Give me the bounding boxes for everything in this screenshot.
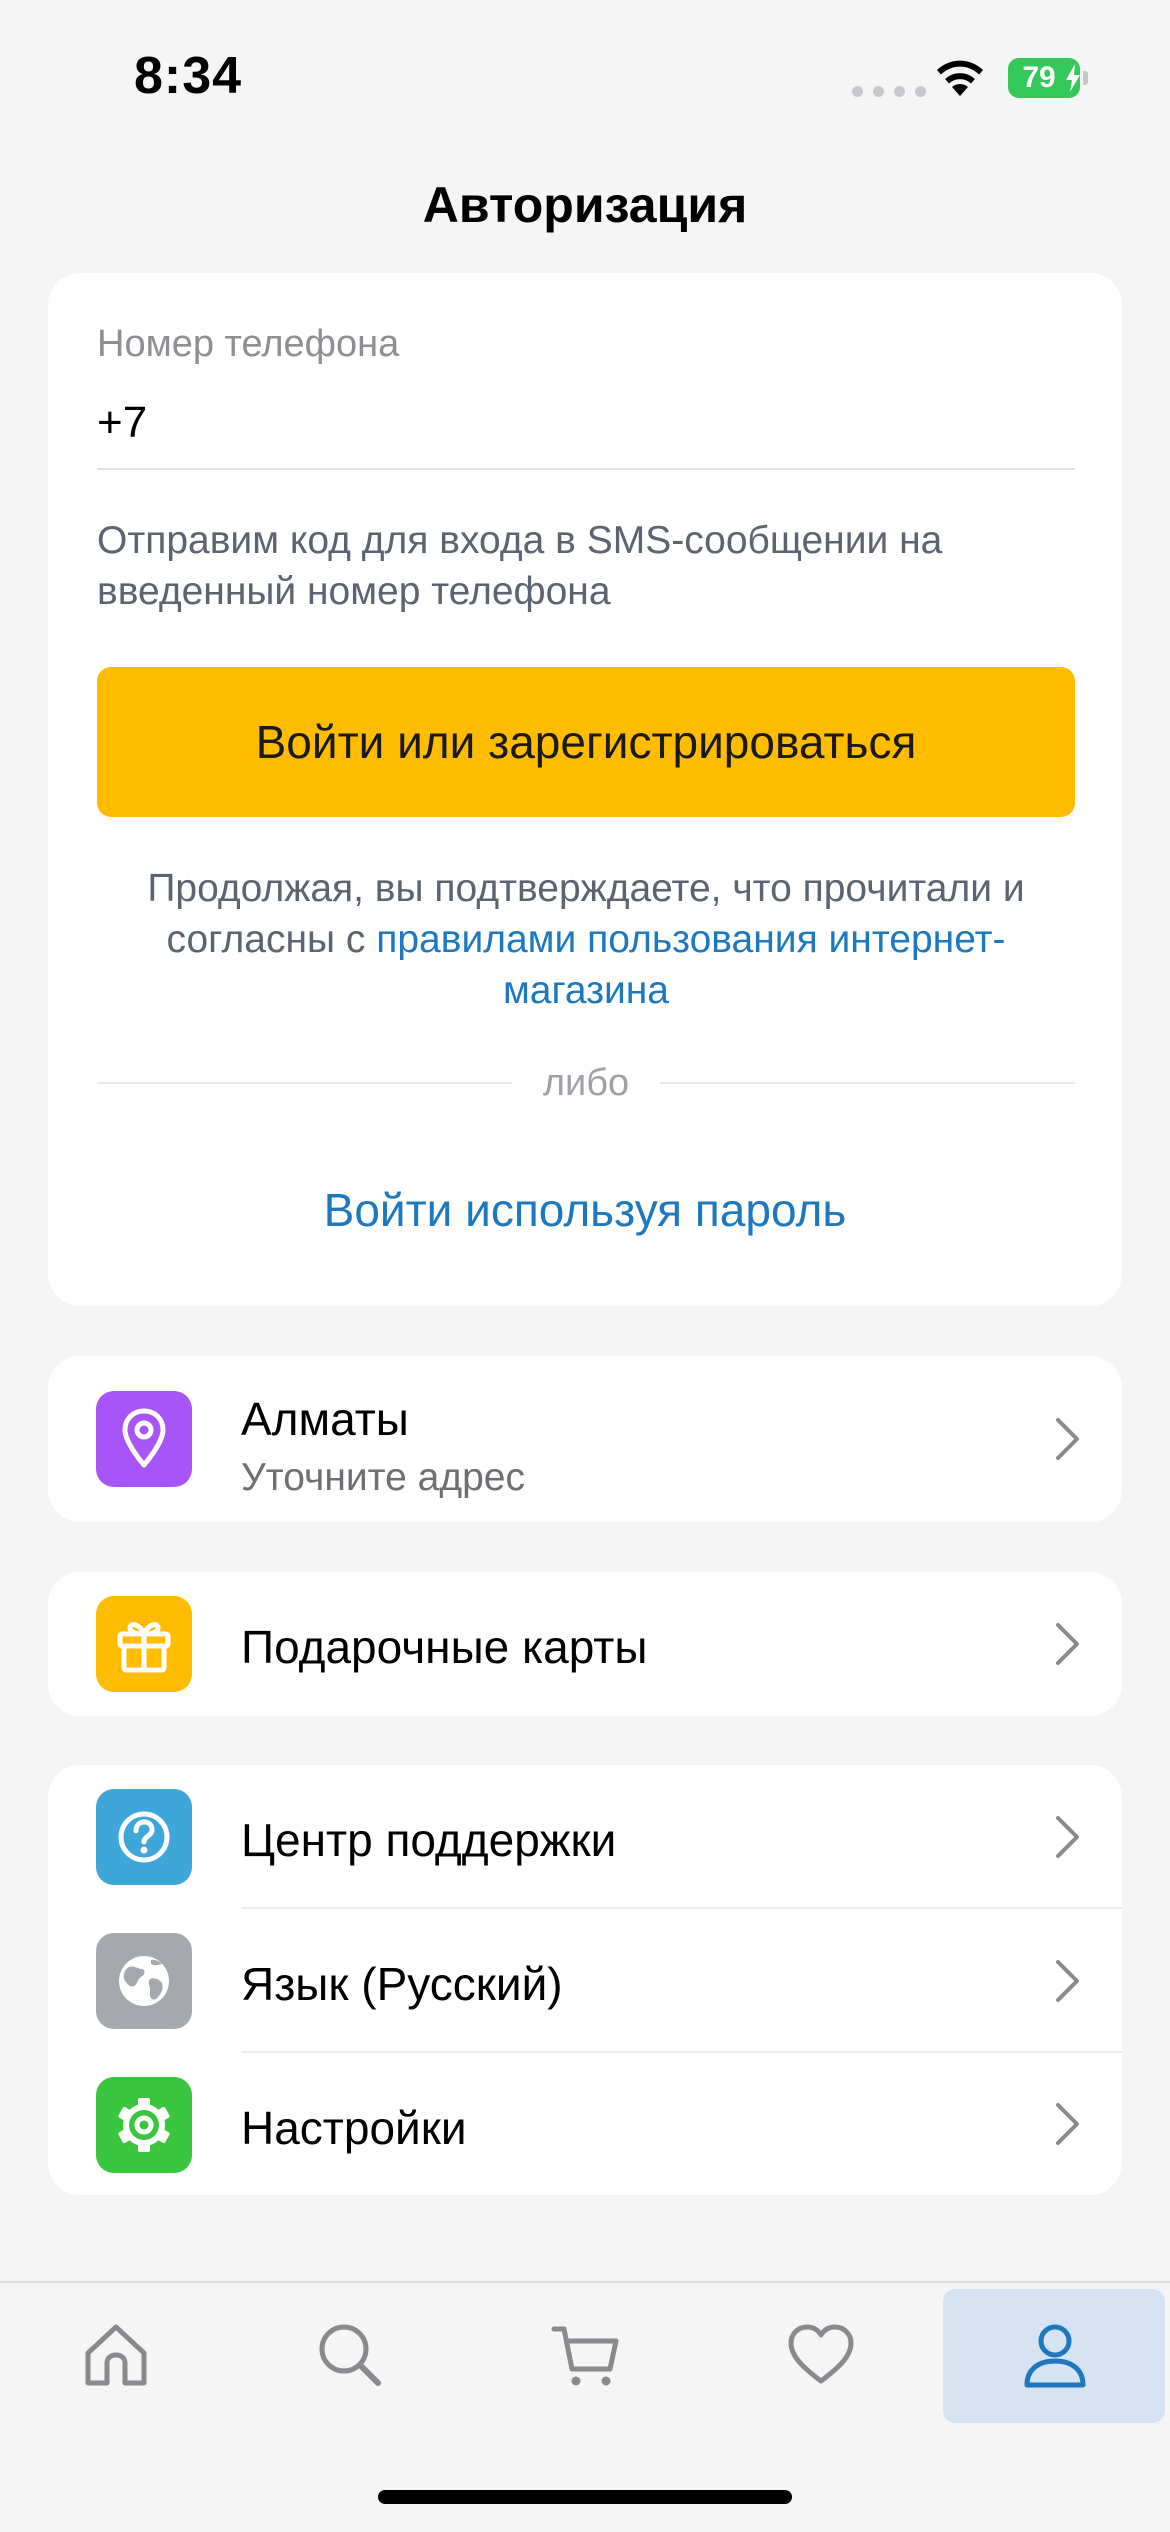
gift-cards-row[interactable]: Подарочные карты (48, 1572, 1122, 1716)
tab-profile[interactable] (943, 2289, 1165, 2423)
search-icon (319, 2324, 381, 2386)
menu-item-label: Настройки (241, 2102, 467, 2154)
login-or-register-button[interactable]: Войти или зарегистрироваться (97, 667, 1075, 817)
help-icon (96, 1789, 192, 1885)
screen: 8:34 79 Авторизация Номер телефона Отпра… (0, 0, 1170, 2532)
chevron-right-icon (1056, 1418, 1079, 1460)
tab-cart[interactable] (474, 2289, 696, 2423)
menu-item-label: Язык (Русский) (241, 1958, 563, 2010)
chevron-right-icon (1056, 2103, 1079, 2145)
gift-cards-card: Подарочные карты (48, 1572, 1122, 1716)
tab-search[interactable] (238, 2289, 460, 2423)
or-divider-text: либо (542, 1062, 630, 1104)
menu-item-support[interactable]: Центр поддержки (48, 1765, 1122, 1909)
gift-icon (96, 1596, 192, 1692)
auth-card: Номер телефона Отправим код для входа в … (48, 273, 1122, 1306)
phone-field-label: Номер телефона (97, 323, 400, 365)
menu-item-label: Центр поддержки (241, 1814, 617, 1866)
wifi-icon (937, 60, 983, 96)
battery-level: 79 (1022, 61, 1056, 94)
gift-cards-label: Подарочные карты (241, 1621, 648, 1673)
or-divider: либо (97, 1063, 1075, 1103)
terms-text: Продолжая, вы подтверждаете, что прочита… (97, 863, 1075, 1016)
gear-icon (96, 2077, 192, 2173)
location-hint: Уточните адрес (241, 1456, 525, 1499)
menu-item-language[interactable]: Язык (Русский) (48, 1909, 1122, 2053)
heart-icon (788, 2324, 854, 2384)
charging-bolt-icon (1066, 64, 1080, 92)
home-icon (85, 2324, 147, 2386)
location-row[interactable]: Алматы Уточните адрес (48, 1356, 1122, 1522)
cart-icon (551, 2326, 619, 2386)
status-time: 8:34 (134, 47, 243, 105)
page-title: Авторизация (422, 177, 748, 233)
password-login-link[interactable]: Войти используя пароль (48, 1183, 1122, 1237)
cellular-signal-icon (852, 86, 926, 97)
battery-icon: 79 (1008, 58, 1088, 98)
location-card: Алматы Уточните адрес (48, 1356, 1122, 1522)
settings-menu-card: Центр поддержки Язык (Русский) Настройки (48, 1765, 1122, 2195)
user-icon (1024, 2324, 1086, 2388)
phone-input[interactable] (97, 383, 1075, 463)
home-indicator (378, 2490, 792, 2504)
phone-field-underline (97, 468, 1075, 470)
menu-item-settings[interactable]: Настройки (48, 2053, 1122, 2195)
location-pin-icon (96, 1391, 192, 1487)
tab-home[interactable] (4, 2289, 226, 2423)
chevron-right-icon (1056, 1623, 1079, 1665)
status-bar: 8:34 79 (0, 0, 1170, 150)
chevron-right-icon (1056, 1960, 1079, 2002)
location-city: Алматы (241, 1393, 409, 1445)
sms-hint: Отправим код для входа в SMS-сообщении н… (97, 519, 943, 613)
chevron-right-icon (1056, 1816, 1079, 1858)
globe-icon (96, 1933, 192, 2029)
tab-favorites[interactable] (709, 2289, 931, 2423)
terms-link[interactable]: правилами пользования интернет-магазина (376, 918, 1005, 1012)
